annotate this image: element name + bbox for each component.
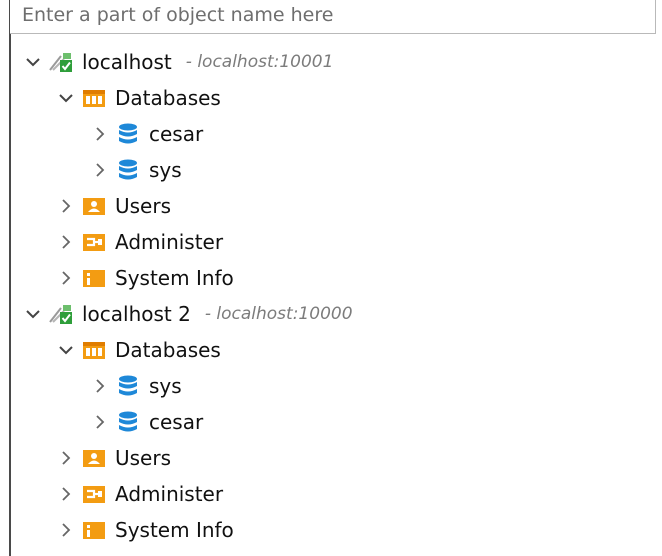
object-explorer-panel: localhost - localhost:10001 Databases [0,0,662,556]
tree-node-databases[interactable]: Databases [0,80,662,116]
tree-node-users[interactable]: Users [0,440,662,476]
administer-folder-icon [81,482,107,506]
tree-node-system-info[interactable]: System Info [0,260,662,296]
chevron-right-icon[interactable] [89,159,111,181]
database-icon [115,410,141,434]
search-box[interactable] [10,0,656,34]
chevron-right-icon[interactable] [55,519,77,541]
administer-label: Administer [115,230,224,254]
chevron-right-icon[interactable] [89,411,111,433]
system-info-label: System Info [115,518,234,542]
chevron-right-icon[interactable] [55,447,77,469]
users-folder-icon [81,446,107,470]
chevron-right-icon[interactable] [55,267,77,289]
system-info-folder-icon [81,266,107,290]
chevron-down-icon[interactable] [55,87,77,109]
tree-node-database-sys[interactable]: sys [0,152,662,188]
chevron-down-icon[interactable] [22,303,44,325]
users-label: Users [115,194,172,218]
system-info-folder-icon [81,518,107,542]
database-name: cesar [149,122,204,146]
tree-node-database-cesar[interactable]: cesar [0,404,662,440]
search-input[interactable] [10,0,655,33]
connection-name: localhost [82,50,172,74]
system-info-label: System Info [115,266,234,290]
database-name: cesar [149,410,204,434]
connection-icon [48,50,74,74]
tree-node-database-cesar[interactable]: cesar [0,116,662,152]
chevron-down-icon[interactable] [22,51,44,73]
tree-node-connection-localhost[interactable]: localhost - localhost:10001 [0,44,662,80]
tree-node-database-sys[interactable]: sys [0,368,662,404]
tree-node-administer[interactable]: Administer [0,476,662,512]
databases-folder-icon [81,338,107,362]
databases-folder-icon [81,86,107,110]
chevron-right-icon[interactable] [89,375,111,397]
database-icon [115,374,141,398]
chevron-right-icon[interactable] [55,195,77,217]
tree-node-databases[interactable]: Databases [0,332,662,368]
users-label: Users [115,446,172,470]
chevron-right-icon[interactable] [89,123,111,145]
tree-node-users[interactable]: Users [0,188,662,224]
administer-label: Administer [115,482,224,506]
connection-icon [48,302,74,326]
chevron-right-icon[interactable] [55,231,77,253]
tree-node-connection-localhost-2[interactable]: localhost 2 - localhost:10000 [0,296,662,332]
users-folder-icon [81,194,107,218]
database-name: sys [149,374,182,398]
connection-name: localhost 2 [82,302,191,326]
databases-label: Databases [115,338,221,362]
databases-label: Databases [115,86,221,110]
connection-address: - localhost:10000 [204,304,353,324]
administer-folder-icon [81,230,107,254]
chevron-down-icon[interactable] [55,339,77,361]
database-name: sys [149,158,182,182]
database-icon [115,158,141,182]
connection-address: - localhost:10001 [185,52,334,72]
tree-node-administer[interactable]: Administer [0,224,662,260]
tree-node-system-info[interactable]: System Info [0,512,662,548]
chevron-right-icon[interactable] [55,483,77,505]
database-icon [115,122,141,146]
